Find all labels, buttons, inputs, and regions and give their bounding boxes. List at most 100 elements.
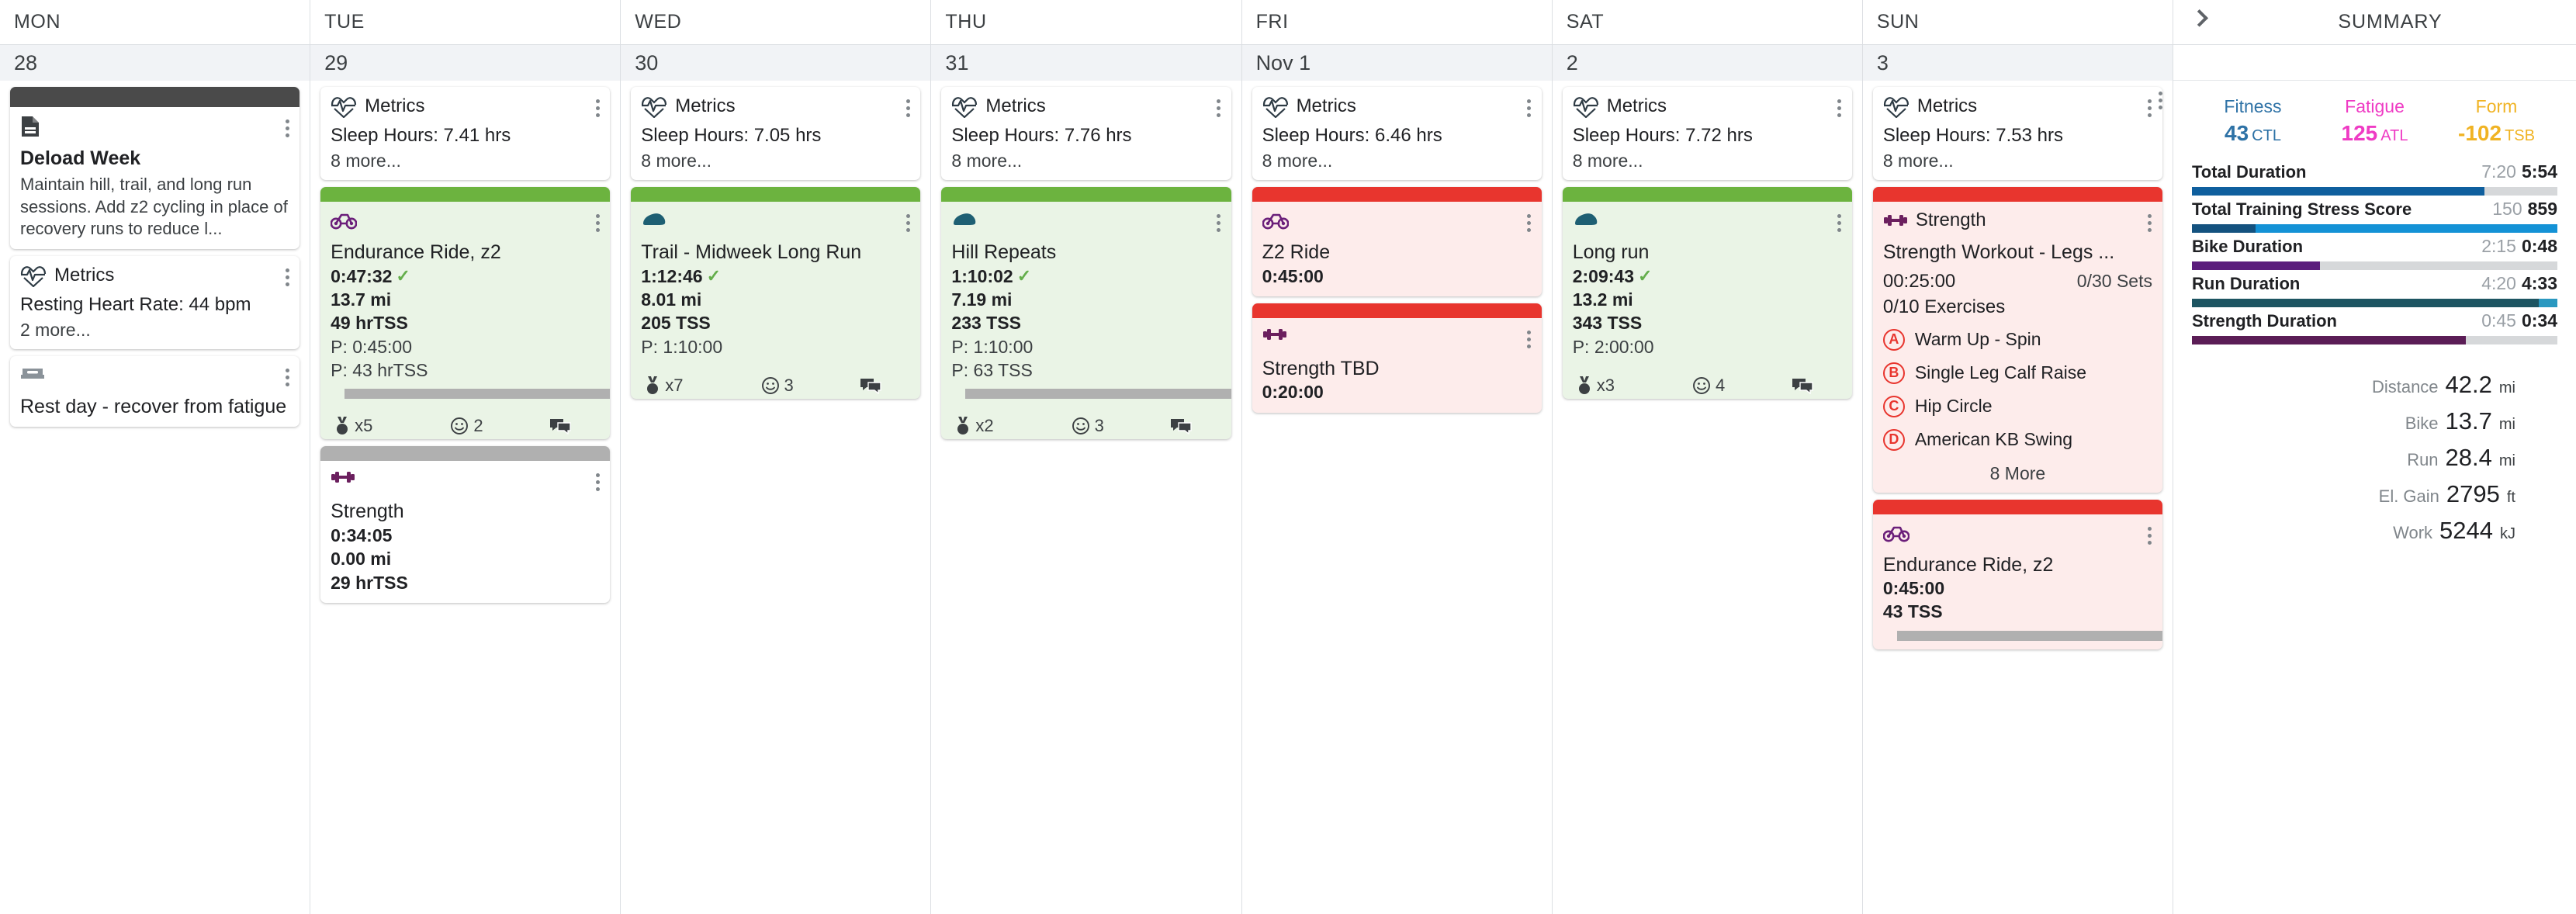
day-column-mon: 28 Deload Week Maintain hill, trail, and l… bbox=[0, 45, 311, 914]
card-menu-icon[interactable] bbox=[905, 209, 910, 232]
footer-medal-count: x7 bbox=[665, 375, 684, 395]
card-header bbox=[1262, 209, 1532, 233]
day-header-label: SUN bbox=[1876, 11, 1920, 33]
summary-bar-2: Bike Duration 2:15 0:48 bbox=[2192, 236, 2557, 270]
card-menu-icon[interactable] bbox=[1527, 326, 1532, 348]
card-menu-icon[interactable] bbox=[1217, 209, 1221, 232]
card-workout[interactable]: Hill Repeats 1:10:02 ✓ 7.19 mi 233 TSS P: 1:1… bbox=[941, 187, 1231, 440]
compliance-bar bbox=[965, 389, 1231, 400]
medal-icon bbox=[334, 416, 350, 436]
card-header bbox=[20, 364, 289, 387]
card-metrics[interactable]: Metrics Sleep Hours: 6.46 hrs 8 more... bbox=[1252, 87, 1542, 180]
day-header-tue: TUE bbox=[310, 0, 621, 44]
exercise-item[interactable]: C Hip Circle bbox=[1882, 395, 2152, 417]
card-workout[interactable]: Endurance Ride, z2 0:47:32 ✓ 13.7 mi 49 hrTS… bbox=[320, 187, 611, 440]
card-workout[interactable]: Z2 Ride 0:45:00 bbox=[1252, 187, 1542, 296]
metric-more-link[interactable]: 2 more... bbox=[20, 320, 289, 341]
card-menu-icon[interactable] bbox=[285, 364, 289, 386]
card-menu-icon[interactable] bbox=[2148, 522, 2152, 545]
footer-comment[interactable] bbox=[1134, 417, 1227, 435]
card-header: Metrics bbox=[1883, 95, 2152, 118]
note-body: Maintain hill, trail, and long run sessi… bbox=[20, 175, 288, 239]
card-header-label: Metrics bbox=[54, 264, 115, 286]
card-menu-icon[interactable] bbox=[595, 469, 600, 492]
card-header: Metrics bbox=[951, 95, 1221, 118]
total-label: El. Gain bbox=[2378, 486, 2439, 506]
card-menu-icon[interactable] bbox=[1217, 95, 1221, 117]
metric-more-link[interactable]: 8 more... bbox=[641, 151, 910, 171]
card-menu-icon[interactable] bbox=[905, 95, 910, 117]
metric-more-link[interactable]: 8 more... bbox=[1262, 151, 1532, 171]
workout-duration-value: 2:09:43 bbox=[1572, 265, 1634, 286]
exercise-item[interactable]: D American KB Swing bbox=[1882, 428, 2152, 451]
card-header-left bbox=[331, 469, 355, 486]
pmc-value: 125 ATL bbox=[2314, 121, 2436, 146]
card-menu-icon[interactable] bbox=[1527, 95, 1532, 117]
card-menu-icon[interactable] bbox=[2148, 209, 2152, 232]
card-workout[interactable]: Endurance Ride, z2 0:45:00 43 TSS bbox=[1872, 499, 2162, 649]
summary-bar-header: Run Duration 4:20 4:33 bbox=[2192, 273, 2557, 294]
card-menu-icon[interactable] bbox=[285, 115, 289, 137]
metric-more-link[interactable]: 8 more... bbox=[951, 151, 1220, 171]
metric-more-link[interactable]: 8 more... bbox=[1883, 151, 2152, 171]
card-menu-icon[interactable] bbox=[1837, 95, 1842, 117]
card-inner: Z2 Ride 0:45:00 bbox=[1252, 202, 1542, 296]
workout-duration: 1:12:46 ✓ bbox=[641, 265, 910, 288]
card-workout[interactable]: Strength 0:34:05 0.00 mi 29 hrTSS bbox=[320, 446, 611, 603]
card-metrics[interactable]: Metrics Sleep Hours: 7.72 hrs 8 more... bbox=[1562, 87, 1852, 180]
pmc-number: 43 bbox=[2225, 121, 2249, 145]
card-metrics[interactable]: Metrics Sleep Hours: 7.05 hrs 8 more... bbox=[631, 87, 921, 180]
day-header-label: THU bbox=[945, 11, 987, 33]
exercise-item[interactable]: A Warm Up - Spin bbox=[1882, 328, 2152, 351]
card-menu-icon[interactable] bbox=[595, 95, 600, 117]
date-bar-sat[interactable]: 2 bbox=[1552, 45, 1862, 81]
footer-comment[interactable] bbox=[514, 417, 607, 435]
exercise-item[interactable]: B Single Leg Calf Raise bbox=[1882, 362, 2152, 384]
card-menu-icon[interactable] bbox=[595, 209, 600, 232]
card-menu-icon[interactable] bbox=[285, 264, 289, 286]
total-distance: Distance 42.2 mi bbox=[2192, 371, 2515, 399]
summary-bar-planned: 150 bbox=[2492, 199, 2522, 219]
card-menu-icon[interactable] bbox=[2148, 95, 2152, 117]
card-metrics[interactable]: Metrics Sleep Hours: 7.53 hrs 8 more... bbox=[1872, 87, 2162, 180]
card-inner: Endurance Ride, z2 0:45:00 43 TSS bbox=[1873, 514, 2162, 649]
day-header-mon: MON bbox=[0, 0, 311, 44]
card-note[interactable]: Deload Week Maintain hill, trail, and lon… bbox=[10, 87, 300, 249]
date-bar-thu[interactable]: 31 bbox=[931, 45, 1241, 81]
workout-load: 49 hrTSS bbox=[331, 313, 408, 334]
card-workout[interactable]: Trail - Midweek Long Run 1:12:46 ✓ 8.01 mi 2… bbox=[631, 187, 921, 399]
card-rest[interactable]: Rest day - recover from fatigue bbox=[10, 355, 300, 428]
footer-comment[interactable] bbox=[1755, 377, 1848, 394]
footer-comment[interactable] bbox=[824, 377, 917, 394]
date-number: 2 bbox=[1566, 50, 1578, 74]
card-workout[interactable]: Strength TBD 0:20:00 bbox=[1252, 303, 1542, 413]
card-header-label: Metrics bbox=[1916, 95, 1978, 116]
date-bar-fri[interactable]: Nov 1 bbox=[1241, 45, 1552, 81]
compliance-bars bbox=[331, 389, 611, 400]
pmc-unit: CTL bbox=[2252, 127, 2281, 144]
workout-title: Strength bbox=[331, 500, 404, 523]
date-bar-mon[interactable]: 28 bbox=[0, 45, 310, 81]
card-header-label: Metrics bbox=[365, 95, 425, 116]
day-menu-icon[interactable] bbox=[2159, 87, 2163, 109]
day-header-thu: THU bbox=[931, 0, 1242, 44]
metric-more-link[interactable]: 8 more... bbox=[1573, 151, 1842, 171]
card-menu-icon[interactable] bbox=[1837, 209, 1842, 232]
card-metrics[interactable]: Metrics Resting Heart Rate: 44 bpm 2 more.… bbox=[10, 255, 300, 349]
date-bar-tue[interactable]: 29 bbox=[310, 45, 621, 81]
exercise-more-link[interactable]: 8 More bbox=[1883, 463, 2152, 484]
metric-more-link[interactable]: 8 more... bbox=[331, 151, 600, 171]
card-metrics[interactable]: Metrics Sleep Hours: 7.41 hrs 8 more... bbox=[320, 87, 611, 180]
date-bar-wed[interactable]: 30 bbox=[621, 45, 931, 81]
strength-duration: 00:25:00 bbox=[1882, 270, 1956, 292]
date-bar-sun[interactable]: 3 bbox=[1862, 45, 2173, 81]
card-strength_detail[interactable]: Strength Strength Workout - Legs ... 00:25… bbox=[1872, 187, 2162, 493]
completed-check-icon: ✓ bbox=[706, 265, 721, 286]
card-menu-icon[interactable] bbox=[1527, 209, 1532, 232]
card-metrics[interactable]: Metrics Sleep Hours: 7.76 hrs 8 more... bbox=[941, 87, 1231, 180]
card-workout[interactable]: Long run 2:09:43 ✓ 13.2 mi 343 TSS P: 2:00:00… bbox=[1562, 187, 1852, 399]
strength-icon bbox=[1262, 326, 1287, 343]
heart-pulse-icon bbox=[1573, 95, 1599, 118]
exercise-badge: D bbox=[1882, 428, 1905, 451]
pmc-label: Form bbox=[2475, 96, 2518, 116]
